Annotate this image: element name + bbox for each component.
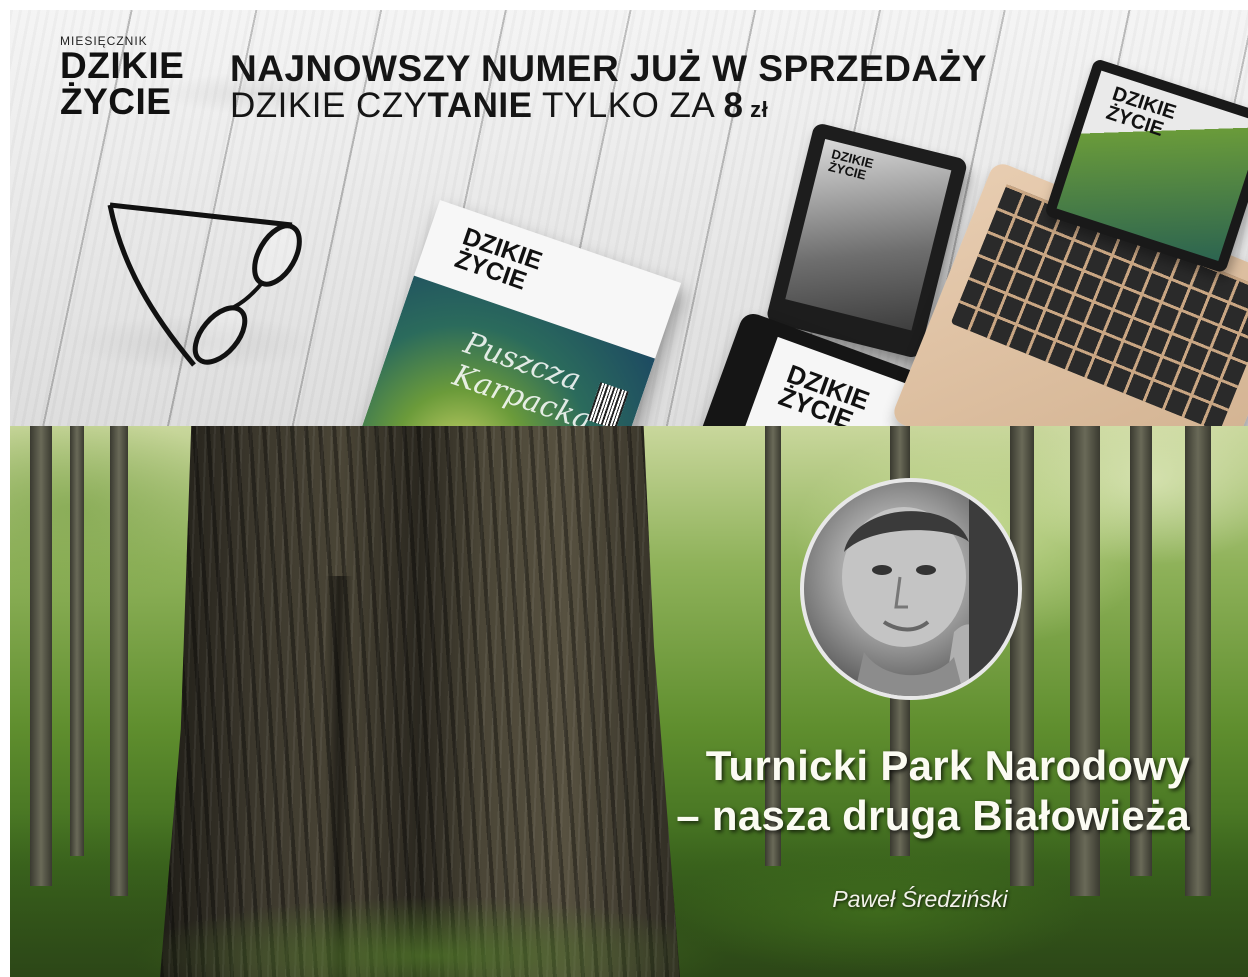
headline-price: 8 bbox=[723, 86, 744, 125]
oak-trunk bbox=[160, 426, 680, 977]
promo-headline: NAJNOWSZY NUMER JUŻ W SPRZEDAŻY DZIKIE C… bbox=[230, 50, 987, 128]
promo-banner[interactable]: MIESIĘCZNIK DZIKIE ŻYCIE NAJNOWSZY NUMER… bbox=[10, 10, 1248, 426]
laptop-title: DZIKIE ŻYCIE bbox=[1103, 83, 1178, 142]
headline-sub-bold: TANIE bbox=[427, 86, 533, 125]
article-title-line-2: – nasza druga Białowieża bbox=[676, 792, 1190, 839]
article-title-line-1: Turnicki Park Narodowy bbox=[705, 742, 1190, 789]
ereader-title: DZIKIE ŻYCIE bbox=[827, 146, 875, 183]
tree-trunk bbox=[110, 426, 128, 896]
logo-line-1: DZIKIE bbox=[60, 45, 185, 86]
article-banner[interactable]: Turnicki Park Narodowy – nasza druga Bia… bbox=[10, 426, 1248, 977]
tablet-title: DZIKIE ŻYCIE bbox=[775, 358, 874, 426]
magazine-logo: MIESIĘCZNIK DZIKIE ŻYCIE bbox=[60, 34, 184, 120]
glasses-icon bbox=[107, 202, 302, 367]
tree-trunk bbox=[70, 426, 84, 856]
tree-trunk bbox=[30, 426, 52, 886]
author-avatar bbox=[800, 478, 1022, 700]
headline-sub-middle: TYLKO ZA bbox=[532, 86, 724, 125]
headline-sub-prefix: DZIKIE CZY bbox=[230, 86, 428, 125]
logo-line-2: ŻYCIE bbox=[60, 81, 172, 122]
ereader-screen: DZIKIE ŻYCIE bbox=[785, 138, 952, 331]
headline-main: NAJNOWSZY NUMER JUŻ W SPRZEDAŻY bbox=[230, 48, 987, 89]
article-author: Paweł Średziński bbox=[832, 886, 1008, 912]
author-portrait-icon bbox=[842, 482, 1018, 696]
article-title: Turnicki Park Narodowy – nasza druga Bia… bbox=[630, 741, 1190, 841]
moss-ground bbox=[130, 896, 730, 977]
headline-sub: DZIKIE CZYTANIE TYLKO ZA 8 zł bbox=[230, 88, 987, 128]
headline-currency: zł bbox=[743, 97, 769, 122]
